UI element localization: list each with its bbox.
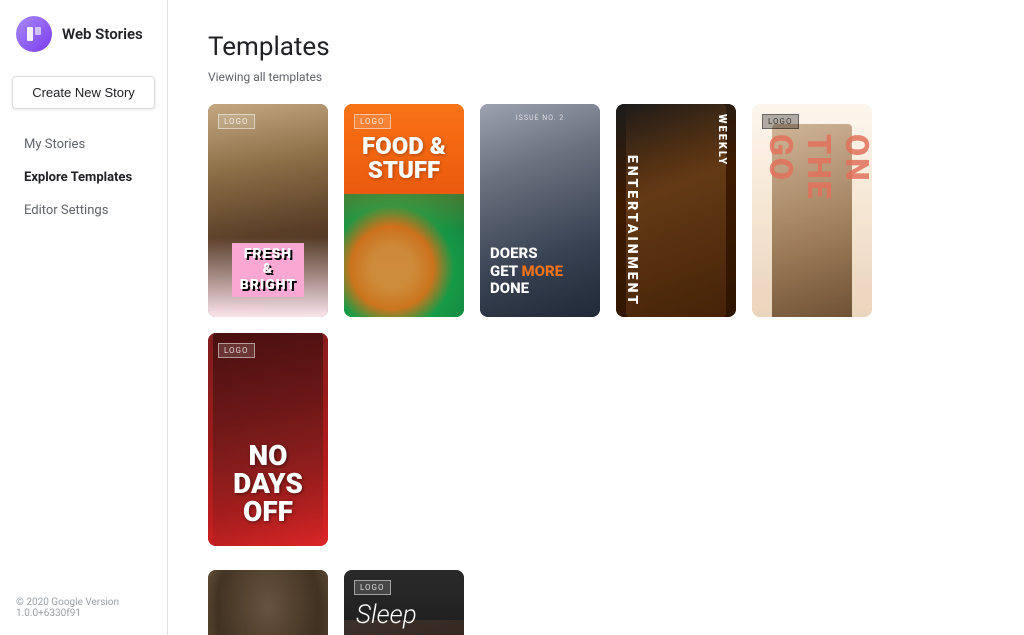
- create-new-story-button[interactable]: Create New Story: [12, 76, 155, 109]
- template-food-stuff[interactable]: LOGO Food &Stuff: [344, 104, 464, 317]
- app-logo: Web Stories: [12, 16, 155, 52]
- template-thailand[interactable]: EXPERIENCE THAILAND LOGO: [208, 570, 328, 635]
- weekly-text: WEEKLY: [716, 114, 728, 166]
- template-no-days-off[interactable]: LOGO NODAYSOFF: [208, 333, 328, 546]
- template-doers[interactable]: ISSUE NO. 2 DOERSGET MOREDONE: [480, 104, 600, 317]
- template-fresh-bright[interactable]: LOGO FRESH&BRIGHT: [208, 104, 328, 317]
- viewing-label: Viewing all templates: [208, 70, 984, 84]
- templates-row-1: LOGO FRESH&BRIGHT LOGO Food &Stuff ISSUE…: [208, 104, 984, 546]
- fresh-bright-logo: LOGO: [218, 114, 255, 129]
- food-stuff-logo: LOGO: [354, 114, 391, 129]
- sleep-logo: LOGO: [354, 580, 391, 595]
- template-sleep[interactable]: LOGO Sleep: [344, 570, 464, 635]
- entertainment-text: ENTERTAINMENT: [624, 155, 640, 307]
- doers-text: DOERSGET MOREDONE: [490, 245, 590, 297]
- template-fashion-go[interactable]: LOGO FASHIONONTHEGO: [752, 104, 872, 317]
- sidebar: Web Stories Create New Story My Stories …: [0, 0, 168, 635]
- template-weekly-entertainment[interactable]: WEEKLY ENTERTAINMENT: [616, 104, 736, 317]
- fashion-text: FASHIONONTHEGO: [762, 134, 872, 281]
- sidebar-item-my-stories[interactable]: My Stories: [12, 129, 155, 160]
- no-days-logo: LOGO: [218, 343, 255, 358]
- no-days-text: NODAYSOFF: [208, 442, 328, 526]
- logo-icon: [16, 16, 52, 52]
- fashion-logo: LOGO: [762, 114, 799, 129]
- fresh-bright-text: FRESH&BRIGHT: [208, 243, 328, 297]
- food-stuff-title: Food &Stuff: [344, 134, 464, 182]
- doers-issue: ISSUE NO. 2: [516, 114, 564, 122]
- sidebar-item-editor-settings[interactable]: Editor Settings: [12, 195, 155, 226]
- templates-row-2: EXPERIENCE THAILAND LOGO LOGO Sleep: [208, 570, 984, 635]
- app-title: Web Stories: [62, 25, 143, 43]
- sidebar-item-explore-templates[interactable]: Explore Templates: [12, 162, 155, 193]
- sidebar-nav: My Stories Explore Templates Editor Sett…: [12, 129, 155, 226]
- sleep-text: Sleep: [356, 600, 417, 630]
- page-title: Templates: [208, 32, 984, 62]
- main-content: Templates Viewing all templates LOGO FRE…: [168, 0, 1024, 635]
- version-footer: © 2020 Google Version 1.0.0+6330f91: [12, 597, 155, 619]
